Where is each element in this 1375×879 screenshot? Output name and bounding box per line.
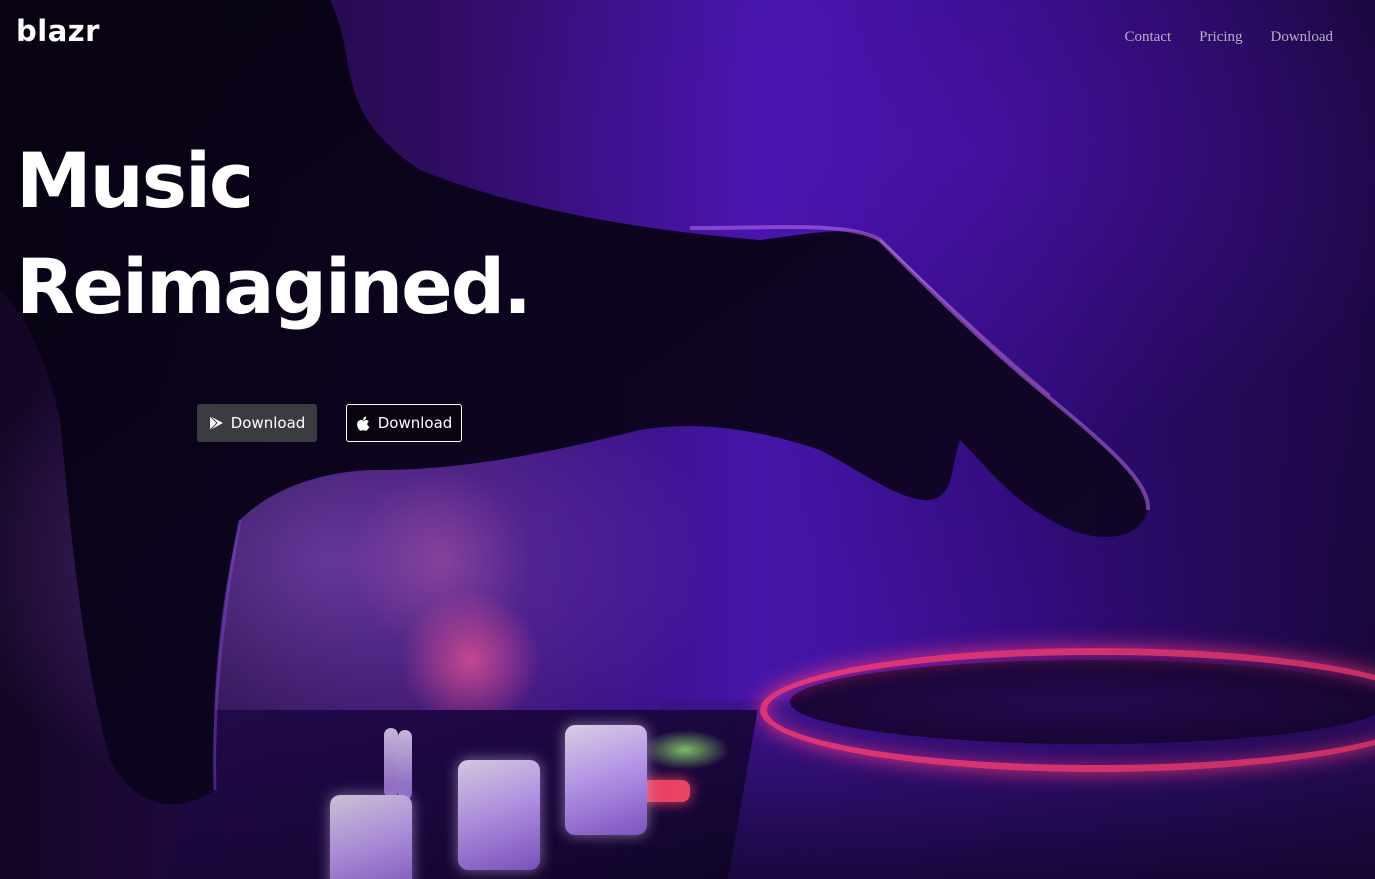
hero-headline: Music Reimagined.: [16, 128, 532, 340]
headline-line-1: Music: [16, 136, 254, 225]
nav-contact-link[interactable]: Contact: [1125, 29, 1172, 46]
app-store-download-button[interactable]: Download: [346, 404, 462, 442]
nav-download-link[interactable]: Download: [1271, 29, 1334, 46]
top-nav: Contact Pricing Download: [1125, 29, 1334, 46]
nav-pricing-link[interactable]: Pricing: [1199, 29, 1242, 46]
hero-section: blazr Contact Pricing Download Music Rei…: [0, 0, 1375, 879]
play-store-icon: [209, 415, 225, 431]
headline-line-2: Reimagined.: [16, 242, 532, 331]
brand-logo[interactable]: blazr: [16, 14, 100, 48]
google-play-download-button[interactable]: Download: [197, 404, 317, 442]
apple-icon: [356, 415, 372, 431]
google-play-download-label: Download: [230, 414, 306, 432]
app-store-download-label: Download: [377, 414, 453, 432]
